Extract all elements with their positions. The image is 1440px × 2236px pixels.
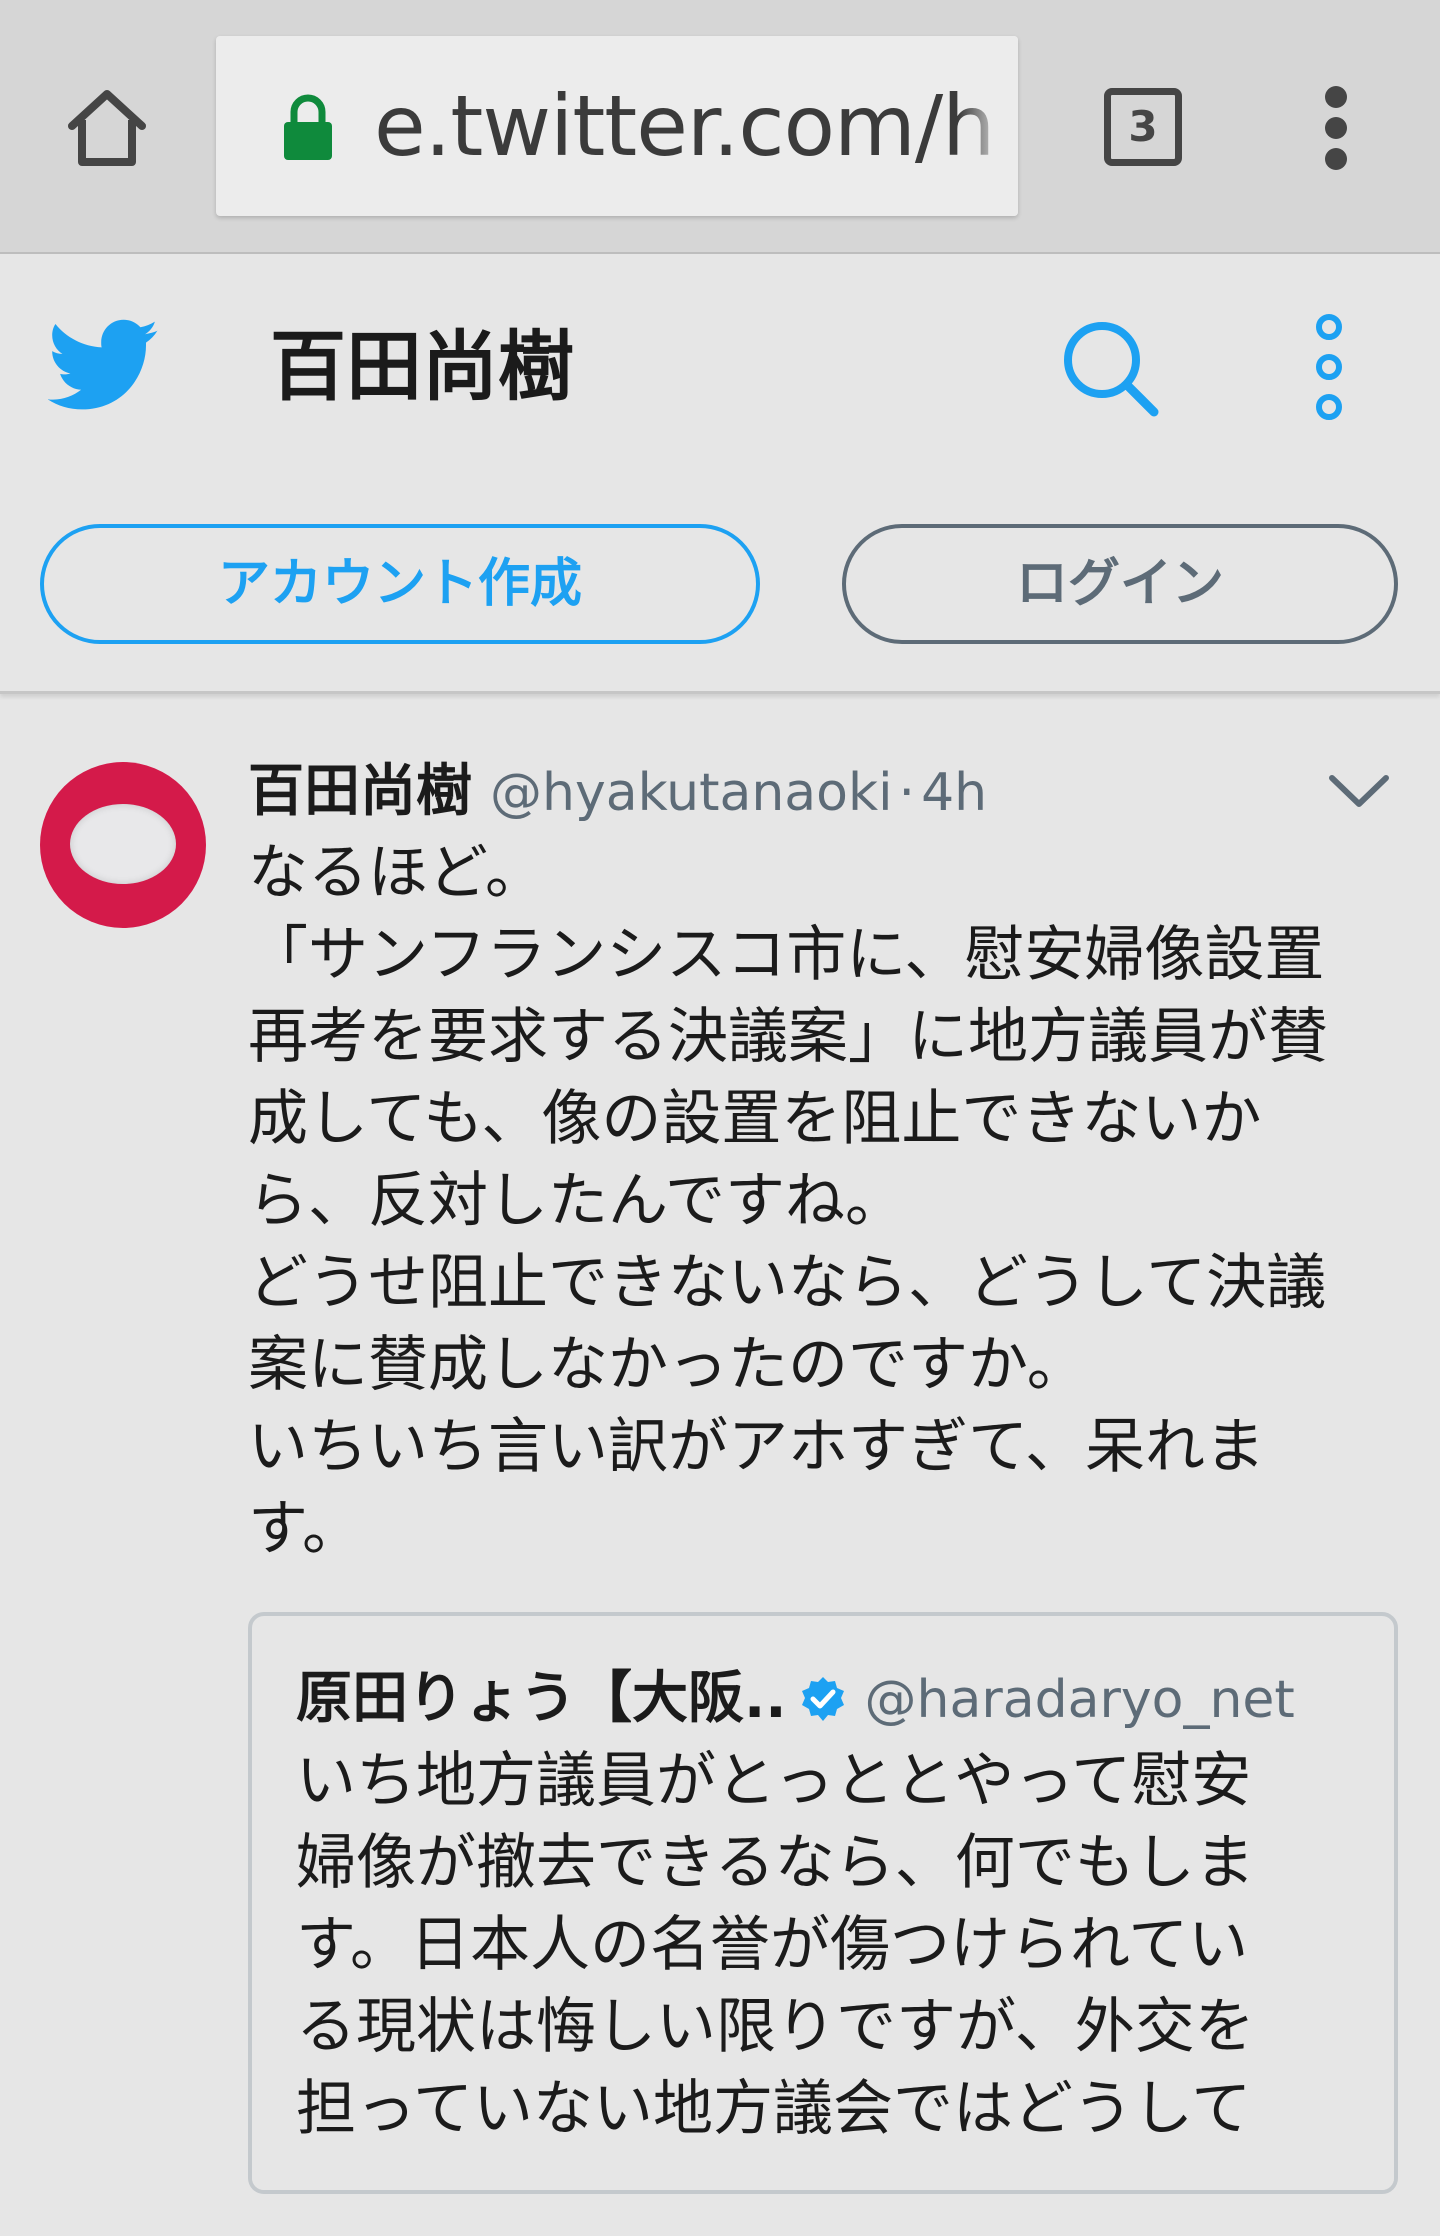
tweet-author-handle[interactable]: @hyakutanaoki	[490, 763, 893, 823]
tweet-text-line: なるほど。	[248, 838, 545, 908]
url-text: e.twitter.com/h	[374, 77, 995, 175]
tab-switcher-button[interactable]: 3	[1104, 88, 1182, 166]
tweet-text: なるほど。 「サンフランシスコ市に、慰安婦像設置 再考を要求する決議案」に地方議…	[248, 832, 1398, 1570]
browser-toolbar: e.twitter.com/h 3	[0, 0, 1440, 254]
tweet-separator: ·	[898, 763, 916, 823]
tweet-text-line: す。	[248, 1494, 362, 1564]
twitter-bird-icon[interactable]	[47, 316, 160, 416]
login-button[interactable]: ログイン	[842, 524, 1398, 644]
quoted-text-line: 婦像が撤去できるなら、何でもしま	[296, 1828, 1255, 1898]
chevron-down-icon[interactable]	[1328, 772, 1390, 812]
address-bar[interactable]: e.twitter.com/h	[216, 36, 1018, 216]
quoted-tweet-text: いち地方議員がとっととやって慰安 婦像が撤去できるなら、何でもしま す。日本人の…	[296, 1740, 1376, 2190]
verified-badge-icon	[799, 1675, 847, 1723]
quoted-author-handle: @haradaryo_net	[864, 1670, 1295, 1730]
tweet-header: 百田尚樹 @hyakutanaoki · 4h	[248, 750, 1348, 834]
quoted-text-line: いち地方議員がとっととやって慰安	[296, 1746, 1252, 1816]
tweet-text-line: ら、反対したんですね。	[248, 1166, 905, 1236]
quoted-text-line: 担っていない地方議会ではどうして	[296, 2074, 1252, 2144]
create-account-button[interactable]: アカウント作成	[40, 524, 760, 644]
browser-menu-icon[interactable]	[1310, 86, 1362, 170]
quoted-author-name: 原田りょう【大阪..	[296, 1666, 787, 1731]
quoted-tweet[interactable]: 原田りょう【大阪.. @haradaryo_net いち地方議員がとっととやって慰…	[248, 1612, 1398, 2194]
tweet-text-line: どうせ阻止できないなら、どうして決議	[248, 1248, 1327, 1318]
tweet-author-name[interactable]: 百田尚樹	[248, 759, 472, 824]
lock-icon	[280, 92, 336, 162]
tweet-text-line: 成しても、像の設置を阻止できないか	[248, 1084, 1262, 1154]
home-icon[interactable]	[62, 82, 152, 172]
avatar-image	[70, 804, 176, 884]
quoted-tweet-header: 原田りょう【大阪.. @haradaryo_net	[296, 1658, 1376, 1740]
search-icon[interactable]	[1058, 316, 1162, 420]
quoted-text-line: す。日本人の名誉が傷つけられてい	[296, 1910, 1249, 1980]
avatar[interactable]	[40, 762, 206, 928]
more-options-icon[interactable]	[1316, 314, 1342, 434]
twitter-header: 百田尚樹 アカウント作成 ログイン	[0, 256, 1440, 694]
tweet-text-line: 「サンフランシスコ市に、慰安婦像設置	[248, 920, 1325, 990]
tweet-text-line: いちいち言い訳がアホすぎて、呆れま	[248, 1412, 1265, 1482]
tweet-text-line: 再考を要求する決議案」に地方議員が賛	[248, 1002, 1328, 1072]
tweet-text-line: 案に賛成しなかったのですか。	[248, 1330, 1087, 1400]
url-fade	[958, 36, 1018, 216]
profile-title: 百田尚樹	[270, 322, 574, 411]
quoted-tweet-clip	[252, 2146, 1394, 2190]
tweet-timestamp[interactable]: 4h	[921, 763, 987, 823]
quoted-text-line: る現状は悔しい限りですが、外交を	[296, 1992, 1255, 2062]
